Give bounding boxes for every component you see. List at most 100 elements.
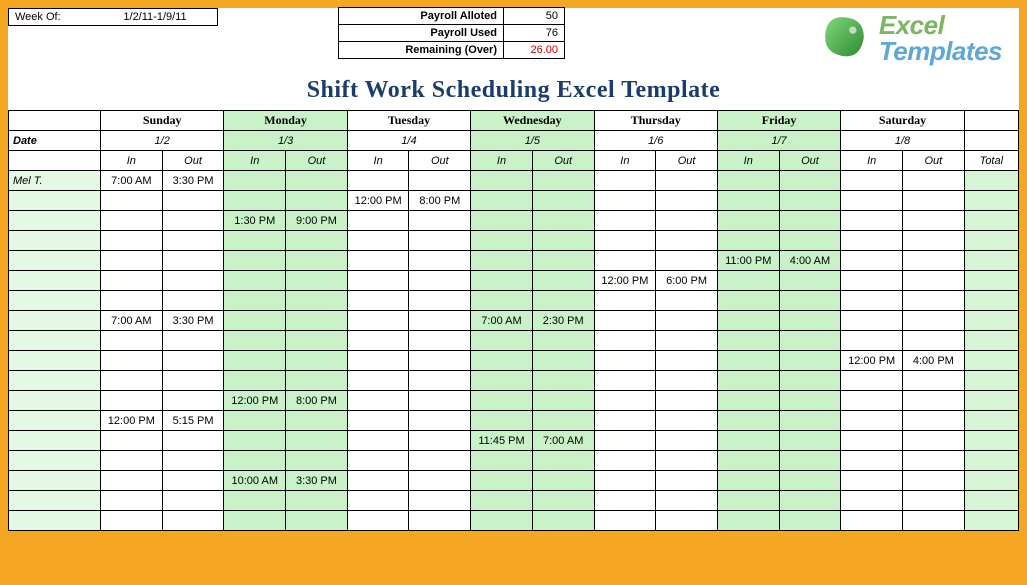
out-cell[interactable]: 5:15 PM [162,411,224,431]
in-cell[interactable] [224,191,286,211]
in-cell[interactable] [347,231,409,251]
out-cell[interactable] [532,331,594,351]
out-cell[interactable] [779,351,841,371]
out-cell[interactable]: 8:00 PM [409,191,471,211]
employee-name-cell[interactable] [9,351,101,371]
date-5[interactable]: 1/7 [717,131,840,151]
in-cell[interactable] [717,331,779,351]
in-cell[interactable] [594,211,656,231]
in-cell[interactable] [594,471,656,491]
out-cell[interactable] [903,371,965,391]
in-cell[interactable] [471,251,533,271]
in-cell[interactable] [717,211,779,231]
out-cell[interactable] [656,291,718,311]
out-cell[interactable] [286,231,348,251]
in-cell[interactable] [347,391,409,411]
in-cell[interactable] [717,411,779,431]
in-cell[interactable] [594,351,656,371]
out-cell[interactable] [286,291,348,311]
out-cell[interactable] [162,211,224,231]
in-cell[interactable] [594,331,656,351]
in-cell[interactable] [471,371,533,391]
in-cell[interactable] [347,311,409,331]
in-cell[interactable] [841,171,903,191]
in-cell[interactable] [224,291,286,311]
out-cell[interactable] [532,451,594,471]
out-cell[interactable] [162,251,224,271]
in-cell[interactable] [101,191,163,211]
in-cell[interactable] [101,491,163,511]
employee-name-cell[interactable] [9,231,101,251]
in-cell[interactable] [224,371,286,391]
out-cell[interactable] [656,371,718,391]
out-cell[interactable] [903,411,965,431]
out-cell[interactable]: 4:00 AM [779,251,841,271]
in-cell[interactable] [224,431,286,451]
out-cell[interactable] [903,191,965,211]
in-cell[interactable] [841,231,903,251]
in-cell[interactable] [717,511,779,531]
in-cell[interactable] [594,391,656,411]
in-cell[interactable] [717,431,779,451]
out-cell[interactable] [532,191,594,211]
date-4[interactable]: 1/6 [594,131,717,151]
in-cell[interactable] [471,331,533,351]
out-cell[interactable] [409,171,471,191]
out-cell[interactable] [162,331,224,351]
out-cell[interactable] [286,371,348,391]
employee-name-cell[interactable] [9,311,101,331]
out-cell[interactable] [779,451,841,471]
in-cell[interactable] [347,411,409,431]
in-cell[interactable] [224,271,286,291]
in-cell[interactable] [841,191,903,211]
in-cell[interactable]: 12:00 PM [594,271,656,291]
in-cell[interactable] [224,231,286,251]
in-cell[interactable] [717,271,779,291]
out-cell[interactable] [162,491,224,511]
out-cell[interactable] [903,331,965,351]
in-cell[interactable] [841,511,903,531]
out-cell[interactable] [903,511,965,531]
out-cell[interactable] [656,511,718,531]
in-cell[interactable] [471,471,533,491]
out-cell[interactable] [162,371,224,391]
out-cell[interactable] [903,311,965,331]
in-cell[interactable] [224,251,286,271]
in-cell[interactable] [594,251,656,271]
employee-name-cell[interactable] [9,411,101,431]
in-cell[interactable] [594,491,656,511]
in-cell[interactable] [471,411,533,431]
out-cell[interactable] [532,271,594,291]
out-cell[interactable] [903,291,965,311]
date-3[interactable]: 1/5 [471,131,594,151]
out-cell[interactable] [409,211,471,231]
out-cell[interactable] [286,331,348,351]
out-cell[interactable] [903,271,965,291]
out-cell[interactable] [779,331,841,351]
out-cell[interactable] [532,351,594,371]
out-cell[interactable] [532,291,594,311]
out-cell[interactable] [409,491,471,511]
in-cell[interactable] [101,231,163,251]
out-cell[interactable] [656,171,718,191]
in-cell[interactable] [717,171,779,191]
out-cell[interactable] [779,211,841,231]
out-cell[interactable] [779,271,841,291]
out-cell[interactable] [903,431,965,451]
in-cell[interactable] [471,171,533,191]
in-cell[interactable] [594,371,656,391]
in-cell[interactable] [841,271,903,291]
out-cell[interactable] [286,271,348,291]
in-cell[interactable] [347,171,409,191]
out-cell[interactable] [162,291,224,311]
week-of-value[interactable]: 1/2/11-1/9/11 [93,8,218,26]
out-cell[interactable] [656,251,718,271]
employee-name-cell[interactable] [9,191,101,211]
out-cell[interactable] [903,451,965,471]
employee-name-cell[interactable] [9,271,101,291]
out-cell[interactable] [162,191,224,211]
out-cell[interactable] [656,351,718,371]
in-cell[interactable] [594,171,656,191]
out-cell[interactable] [656,451,718,471]
in-cell[interactable] [347,331,409,351]
